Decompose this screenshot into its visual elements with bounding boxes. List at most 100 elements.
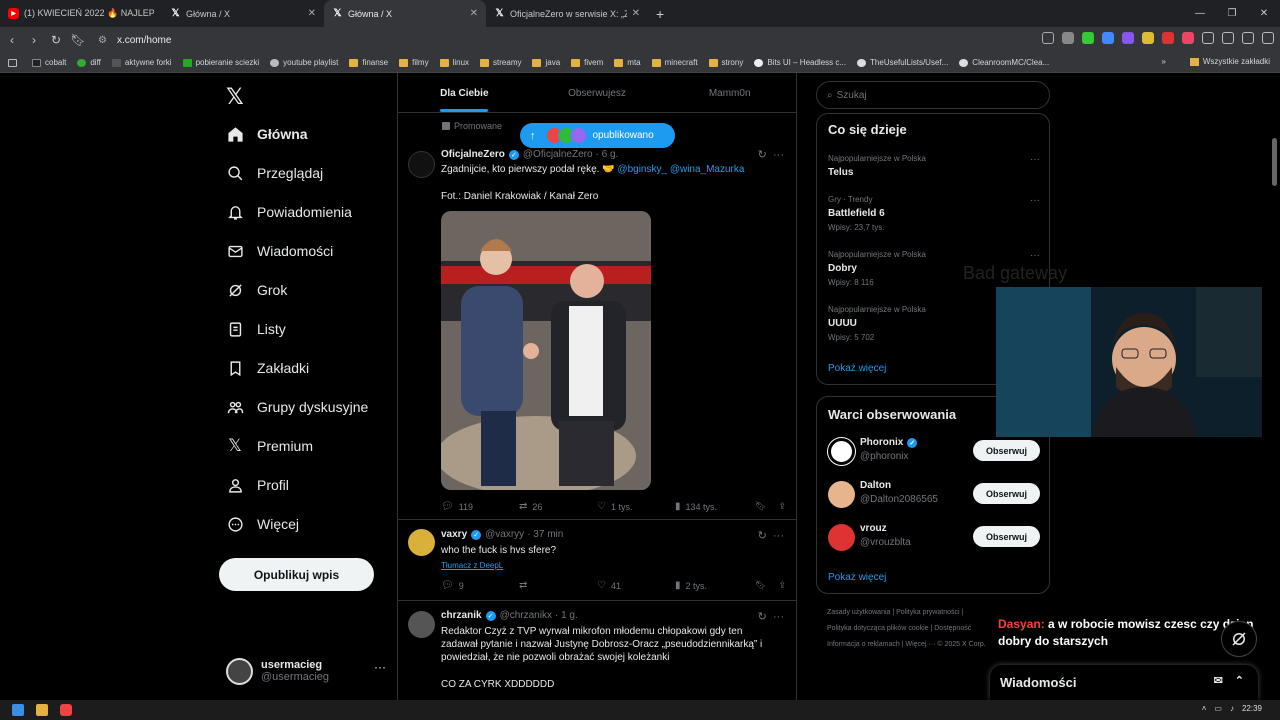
footer-line[interactable]: Polityka dotycząca plików cookie | Dostę…	[827, 621, 1027, 637]
extension-green-icon[interactable]	[1082, 32, 1094, 44]
bookmark-item[interactable]: aktywne forki	[111, 58, 172, 67]
footer-line[interactable]: Informacja o reklamach | Więcej ··· © 20…	[827, 637, 1027, 653]
extension-blue-icon[interactable]	[1102, 32, 1114, 44]
follow-button[interactable]: Obserwuj	[973, 526, 1040, 547]
bookmark-folder[interactable]: strony	[708, 58, 743, 67]
avatar[interactable]	[408, 611, 435, 638]
close-icon[interactable]: ✕	[470, 8, 478, 19]
tweet-photo[interactable]	[441, 211, 651, 490]
account-switcher[interactable]: usermacieg @usermacieg ···	[226, 656, 386, 686]
share-icon[interactable]: ⇪	[778, 501, 786, 512]
extension-pink-icon[interactable]	[1182, 32, 1194, 44]
volume-icon[interactable]: ♪	[1230, 704, 1234, 713]
clock[interactable]: 22:39	[1242, 704, 1262, 713]
new-tab-button[interactable]: +	[656, 6, 664, 22]
tab-following[interactable]: Obserwujesz	[531, 73, 664, 112]
close-icon[interactable]: ✕	[308, 8, 316, 19]
browser-icon[interactable]	[60, 704, 72, 716]
more-dots-icon[interactable]: ···	[1030, 195, 1040, 206]
shield-icon[interactable]	[1062, 32, 1074, 44]
repost-button[interactable]: ⇄	[519, 580, 597, 591]
bookmark-item[interactable]: pobieranie sciezki	[182, 58, 259, 67]
forward-icon[interactable]: ›	[24, 33, 44, 47]
puzzle-icon[interactable]	[1202, 32, 1214, 44]
minimize-icon[interactable]: —	[1184, 0, 1216, 27]
extension-yellow-icon[interactable]	[1142, 32, 1154, 44]
bookmark-folder[interactable]: linux	[439, 58, 469, 67]
nav-notifications[interactable]: Powiadomienia	[226, 203, 352, 221]
nav-communities[interactable]: Grupy dyskusyjne	[226, 398, 368, 416]
bookmark-icon[interactable]: 🔖︎	[755, 580, 766, 591]
footer-line[interactable]: Zasady użytkowania | Polityka prywatnośc…	[827, 605, 1027, 621]
scrollbar[interactable]	[1270, 73, 1280, 700]
more-dots-icon[interactable]: ↻ ···	[758, 148, 784, 161]
tweet-time[interactable]: · 6 g.	[596, 149, 619, 160]
tweet-time[interactable]: · 1 g.	[555, 610, 578, 621]
reload-icon[interactable]: ↻	[46, 33, 66, 47]
close-window-icon[interactable]: ✕	[1248, 0, 1280, 27]
tweet[interactable]: chrzanik ✓ @chrzanikx · 1 g. ↻ ··· Redak…	[398, 601, 796, 700]
chevron-up-icon[interactable]: ˄	[1202, 704, 1207, 713]
new-message-icon[interactable]: ✉	[1214, 674, 1223, 687]
browser-tab-oficjalnezero[interactable]: 𝕏 OficjalneZero w serwisie X: „Zga... ✕	[486, 0, 648, 27]
url-field[interactable]: ⚙ x.com/home	[98, 35, 171, 46]
translate-link[interactable]: Tłumacz z DeepL	[441, 559, 780, 572]
tab-for-you[interactable]: Dla Ciebie	[398, 73, 531, 112]
apps-icon[interactable]	[8, 58, 21, 67]
bookmark-folder[interactable]: streamy	[480, 58, 521, 67]
author-handle[interactable]: @OficjalneZero	[523, 149, 593, 160]
expand-icon[interactable]: ⌃	[1235, 674, 1244, 687]
avatar[interactable]	[408, 151, 435, 178]
all-bookmarks[interactable]: » Wszystkie zakładki	[1161, 57, 1270, 66]
cast-icon[interactable]	[1042, 32, 1054, 44]
bookmark-folder[interactable]: fivem	[571, 58, 603, 67]
avatar[interactable]	[408, 529, 435, 556]
author-name[interactable]: OficjalneZero	[441, 149, 505, 160]
bookmark-folder[interactable]: minecraft	[651, 58, 698, 67]
follow-item[interactable]: vrouz @vrouzblta Obserwuj	[828, 523, 1040, 553]
nav-lists[interactable]: Listy	[226, 320, 286, 338]
like-button[interactable]: ♡ 1 tys.	[597, 501, 675, 512]
more-dots-icon[interactable]: ···	[1030, 250, 1040, 261]
author-handle[interactable]: @chrzanikx	[500, 610, 552, 621]
extension-red-icon[interactable]	[1162, 32, 1174, 44]
network-icon[interactable]: ▭	[1214, 704, 1222, 713]
trend-item[interactable]: Najpopularniejsze w Polska Telus ···	[828, 154, 1040, 178]
tweet-mentions[interactable]: @bginsky_ @wina_Mazurka	[617, 164, 744, 175]
media-icon[interactable]	[1242, 32, 1254, 44]
more-dots-icon[interactable]: ↻ ···	[758, 610, 784, 623]
bookmark-icon[interactable]: 🔖︎	[755, 501, 766, 512]
repost-button[interactable]: ⇄ 26	[519, 501, 597, 512]
browser-tab-x-home-2[interactable]: 𝕏 Główna / X ✕	[324, 0, 486, 27]
grok-floating-button[interactable]	[1221, 621, 1257, 657]
menu-icon[interactable]	[1262, 32, 1274, 44]
views-button[interactable]: ▮ 134 tys.	[675, 501, 753, 512]
windows-start-icon[interactable]	[12, 704, 24, 716]
browser-tab-x-home-1[interactable]: 𝕏 Główna / X ✕	[162, 0, 324, 27]
sidepanel-icon[interactable]	[1222, 32, 1234, 44]
site-info-icon[interactable]: ⚙	[98, 35, 107, 46]
bookmark-folder[interactable]: java	[532, 58, 560, 67]
follow-item[interactable]: Dalton @Dalton2086565 Obserwuj	[828, 480, 1040, 510]
bookmark-item[interactable]: Bits UI – Headless c...	[754, 58, 846, 67]
bookmark-item[interactable]: youtube playlist	[270, 58, 338, 67]
like-button[interactable]: ♡ 41	[597, 580, 675, 591]
tweet[interactable]: OficjalneZero ✓ @OficjalneZero · 6 g. ↻ …	[398, 139, 796, 520]
more-dots-icon[interactable]: ↻ ···	[758, 529, 784, 542]
x-logo-icon[interactable]: 𝕏	[226, 85, 244, 110]
author-name[interactable]: vaxry	[441, 529, 467, 540]
file-explorer-icon[interactable]	[36, 704, 48, 716]
extension-purple-icon[interactable]	[1122, 32, 1134, 44]
reply-button[interactable]: 💬︎ 119	[441, 501, 519, 512]
follow-item[interactable]: Phoronix ✓ @phoronix Obserwuj	[828, 437, 1040, 467]
show-more-link[interactable]: Pokaż więcej	[828, 572, 886, 583]
close-icon[interactable]: ✕	[632, 8, 640, 19]
restore-icon[interactable]: ❐	[1216, 0, 1248, 27]
back-icon[interactable]: ‹	[2, 33, 22, 47]
nav-bookmarks[interactable]: Zakładki	[226, 359, 309, 377]
trend-item[interactable]: Gry · Trendy Battlefield 6 Wpisy: 23,7 t…	[828, 195, 1040, 232]
bookmark-folder[interactable]: finanse	[349, 58, 388, 67]
nav-explore[interactable]: Przeglądaj	[226, 164, 323, 182]
author-handle[interactable]: @vaxryy	[485, 529, 524, 540]
reply-button[interactable]: 💬︎ 9	[441, 580, 519, 591]
